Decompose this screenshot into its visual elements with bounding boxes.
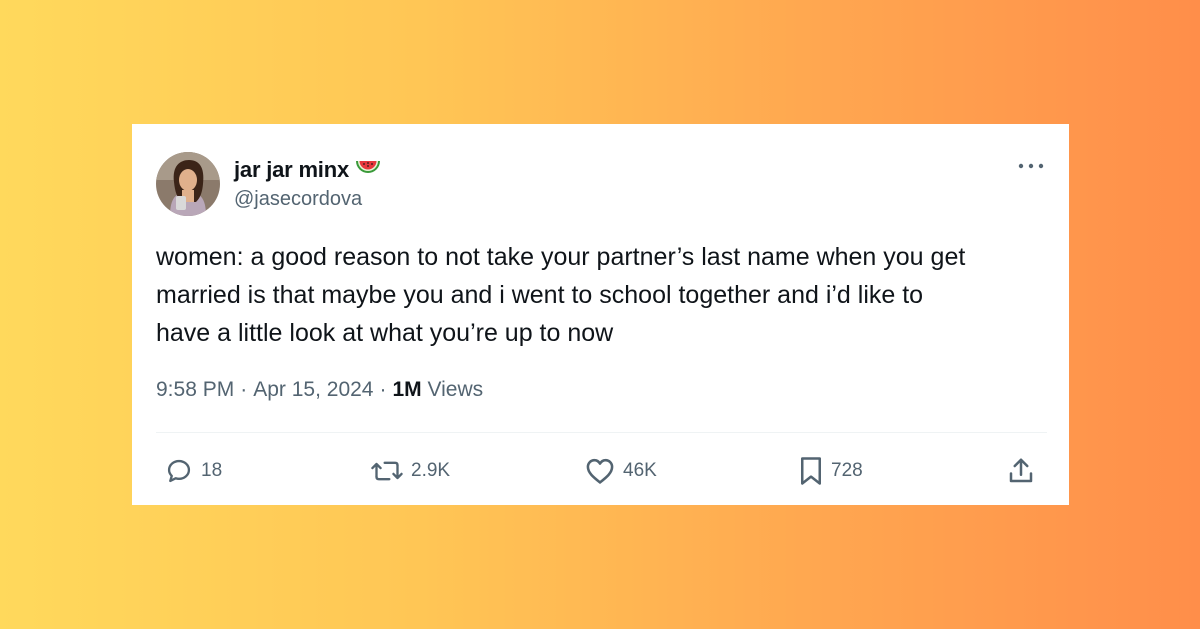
reply-count: 18	[201, 460, 223, 481]
reply-button[interactable]: 18	[164, 457, 222, 485]
display-name-row[interactable]: jar jar minx	[234, 156, 381, 184]
bookmark-count: 728	[831, 460, 863, 481]
tweet-time[interactable]: 9:58 PM	[156, 378, 234, 402]
views-count: 1M	[392, 378, 422, 401]
tweet-meta: 9:58 PM · Apr 15, 2024 · 1M Views	[156, 378, 483, 402]
repost-icon	[371, 461, 403, 481]
meta-separator: ·	[379, 378, 387, 401]
more-options-icon	[1018, 163, 1044, 169]
watermelon-icon	[355, 159, 381, 182]
repost-count: 2.9K	[411, 460, 451, 481]
like-count: 46K	[623, 460, 657, 481]
heart-icon	[586, 458, 614, 484]
tweet-text: women: a good reason to not take your pa…	[156, 243, 966, 347]
avatar[interactable]	[156, 152, 220, 216]
bookmark-button[interactable]: 728	[798, 457, 863, 485]
display-name[interactable]: jar jar minx	[234, 157, 349, 183]
bookmark-icon	[801, 457, 821, 485]
more-options-button[interactable]	[1015, 156, 1047, 176]
tweet-card: jar jar minx @jasecordova women: a good …	[132, 124, 1069, 505]
share-icon	[1009, 458, 1033, 483]
share-button[interactable]	[1006, 457, 1036, 485]
views[interactable]: 1M Views	[392, 378, 483, 402]
user-handle[interactable]: @jasecordova	[234, 188, 362, 211]
tweet-date[interactable]: Apr 15, 2024	[253, 378, 373, 402]
divider	[156, 432, 1047, 433]
repost-button[interactable]: 2.9K	[370, 457, 450, 485]
views-label: Views	[427, 378, 484, 401]
meta-separator: ·	[240, 378, 248, 401]
like-button[interactable]: 46K	[584, 457, 657, 485]
reply-icon	[167, 459, 191, 483]
